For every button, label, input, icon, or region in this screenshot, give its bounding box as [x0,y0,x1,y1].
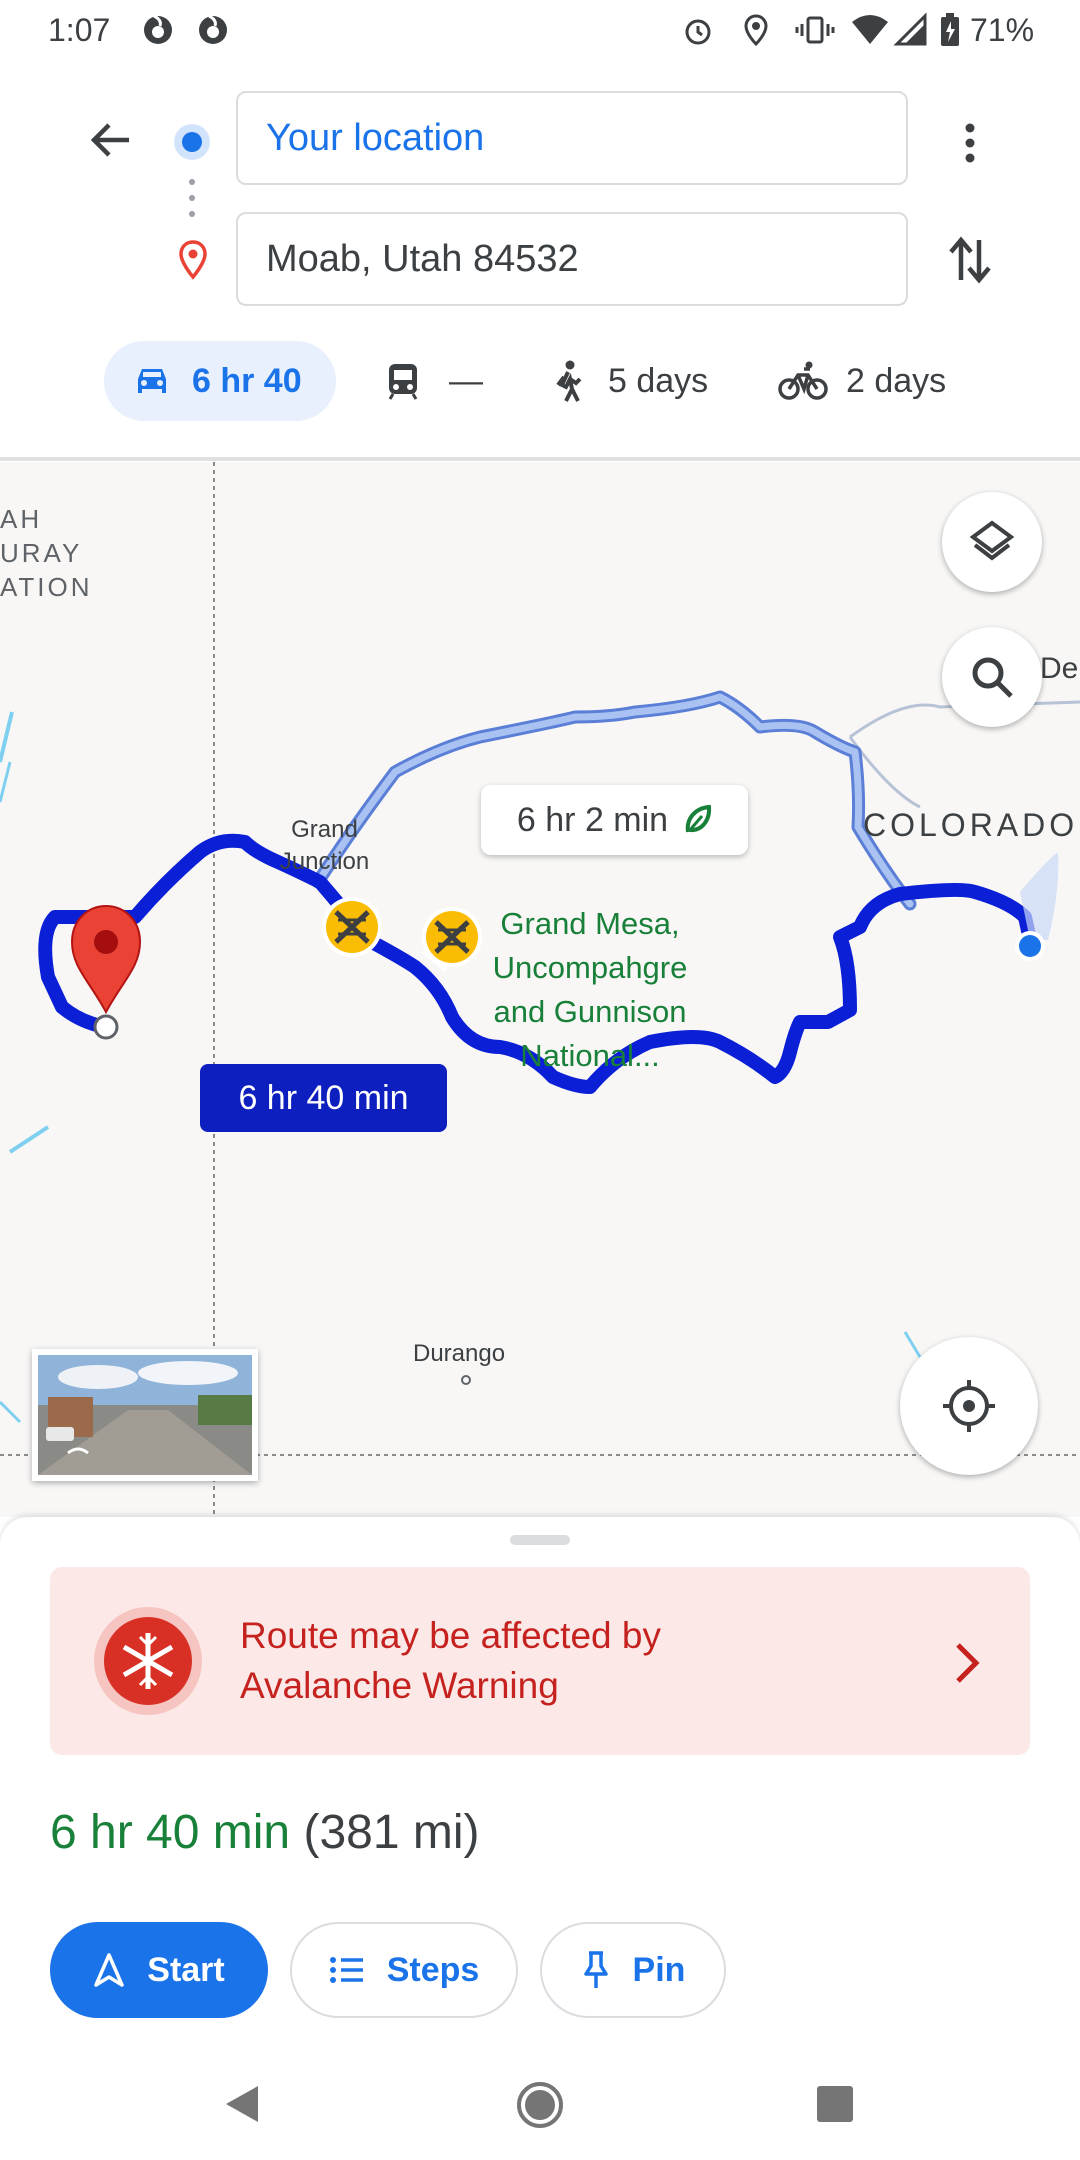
forest-label: Grand Mesa, Uncompahgre and Gunnison Nat… [492,906,688,1073]
start-label: Start [147,1950,225,1989]
chevron-right-icon [956,1643,980,1683]
drive-time: 6 hr 40 [192,361,302,400]
main-route-time[interactable]: 6 hr 40 min [200,1064,447,1132]
nav-home-icon[interactable] [516,2081,564,2129]
my-location-button[interactable] [900,1337,1038,1475]
header-divider [0,457,1080,461]
swap-icon[interactable] [945,232,995,288]
more-options-icon[interactable] [955,118,985,168]
search-icon [972,657,1013,698]
search-along-route-button[interactable] [942,627,1042,727]
transit-icon [388,364,418,400]
snowflake-icon [94,1607,202,1715]
avalanche-alert-card[interactable]: Route may be affected by Avalanche Warni… [50,1567,1030,1755]
bike-time: 2 days [846,361,947,400]
route-summary: 6 hr 40 min (381 mi) [50,1805,480,1860]
eco-leaf-icon [685,804,712,833]
list-icon [329,1957,363,1983]
crosshair-icon [943,1380,995,1432]
pin-button[interactable]: Pin [540,1922,726,2018]
grand-junction-label: Grand Junction [279,816,370,875]
walk-time: 5 days [608,361,709,400]
battery-charging-icon [941,13,959,46]
durango-dot [461,1375,471,1385]
colorado-label: COLORADO [863,807,1079,843]
car-icon [138,369,166,393]
alternate-route-time[interactable]: 6 hr 2 min [481,785,748,855]
street-view-image [38,1355,252,1475]
status-bar: 1:07 71% [0,0,1080,62]
firefox-icon [144,14,172,44]
reservation-label: AH URAY ATION [0,504,93,602]
vibrate-icon [795,16,835,44]
steps-button[interactable]: Steps [290,1922,518,2018]
route-dots-icon [189,179,195,217]
alarm-icon [685,19,711,45]
tab-transit[interactable]: — [385,341,483,421]
map[interactable]: AH URAY ATION Grand Junction COLORADO De… [0,462,1080,1517]
walk-icon [556,360,582,402]
start-button[interactable]: Start [50,1922,268,2018]
alert-text: Route may be affected by Avalanche Warni… [240,1615,661,1706]
alternate-route-time-text: 6 hr 2 min [516,800,669,839]
durango-label: Durango [413,1340,506,1367]
current-location-dot [1019,935,1041,957]
tab-drive[interactable]: 6 hr 40 [104,341,336,421]
transit-time: — [449,361,483,400]
destination-pin-icon [179,240,207,280]
system-navigation-bar [0,2057,1080,2160]
destination-input[interactable]: Moab, Utah 84532 [236,212,908,306]
bike-icon [778,361,828,400]
wifi-icon [852,15,888,44]
navigation-arrow-icon [94,1953,125,1987]
firefox-icon [199,14,227,44]
nav-back-icon[interactable] [222,2082,262,2126]
drag-handle[interactable] [510,1535,570,1545]
pin-label: Pin [632,1950,686,1989]
back-arrow-icon[interactable] [85,115,135,165]
tab-bike[interactable]: 2 days [778,341,946,421]
river [0,1400,22,1424]
route-distance: (381 mi) [303,1806,480,1859]
railroad-crossing-icon[interactable] [322,897,382,957]
location-icon [744,14,768,47]
status-time: 1:07 [48,12,111,48]
nav-recents-icon[interactable] [815,2084,855,2124]
route-bottom-sheet[interactable]: Route may be affected by Avalanche Warni… [0,1517,1080,2057]
street-view-thumbnail[interactable] [32,1349,258,1481]
river [0,761,12,803]
signal-icon [893,12,927,46]
river [0,711,14,763]
river [8,1125,50,1154]
pushpin-icon [583,1951,608,1988]
steps-label: Steps [386,1950,480,1989]
layers-icon [969,520,1015,561]
denver-label: Der [1040,652,1080,685]
layers-button[interactable] [942,492,1042,592]
directions-header: Your location Moab, Utah 84532 6 hr 40 —… [0,62,1080,462]
origin-input[interactable]: Your location [236,91,908,185]
main-route-time-text: 6 hr 40 min [238,1078,409,1117]
route-duration: 6 hr 40 min [50,1806,291,1859]
origin-dot-icon [174,124,210,160]
battery-percentage: 71% [970,12,1035,48]
tab-walk[interactable]: 5 days [550,341,708,421]
river [903,1331,922,1358]
